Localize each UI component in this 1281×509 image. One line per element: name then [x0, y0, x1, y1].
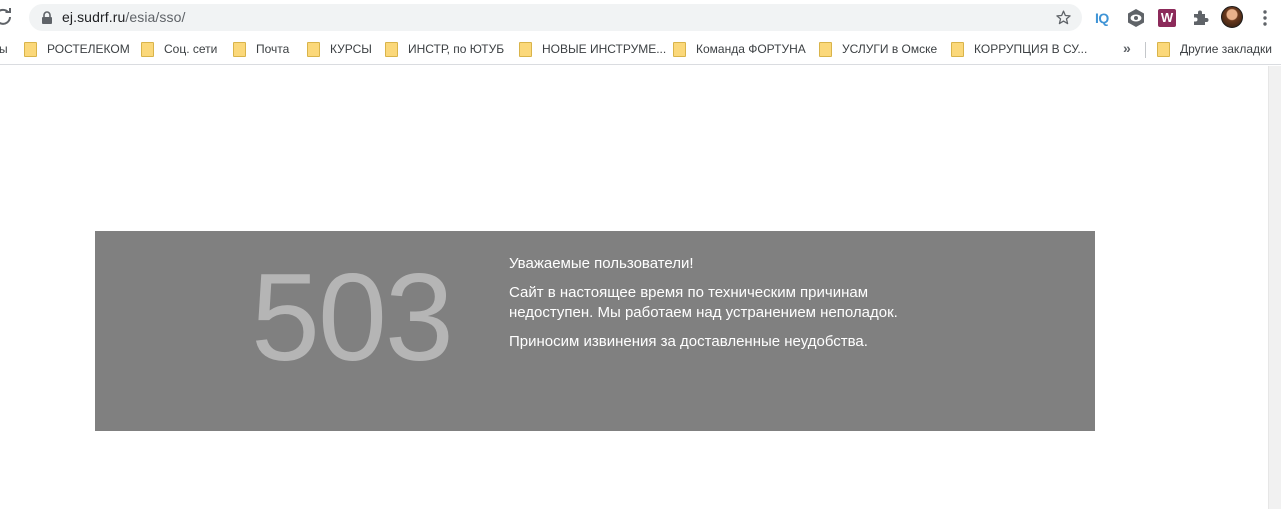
bookmark-label: КУРСЫ — [330, 42, 372, 56]
folder-icon — [24, 42, 37, 57]
bookmarks-overflow-button[interactable]: » — [1123, 35, 1131, 64]
folder-icon — [307, 42, 320, 57]
reload-icon[interactable] — [0, 8, 12, 26]
bookmark-corruption[interactable]: КОРРУПЦИЯ В СУ... — [951, 35, 1087, 64]
bookmark-label: РОСТЕЛЕКОМ — [47, 42, 130, 56]
lock-icon[interactable] — [41, 11, 53, 24]
bookmark-mail[interactable]: Почта — [233, 35, 289, 64]
iq-extension-icon[interactable]: IQ — [1095, 8, 1115, 28]
bookmark-youtube-tools[interactable]: ИНСТР, по ЮТУБ — [385, 35, 504, 64]
bookmark-courses[interactable]: КУРСЫ — [307, 35, 372, 64]
browser-toolbar: ej.sudrf.ru/esia/sso/ IQ W — [0, 0, 1281, 35]
eye-icon[interactable] — [1126, 8, 1146, 28]
error-panel: 503 Уважаемые пользователи! Сайт в насто… — [95, 231, 1095, 431]
error-description: Сайт в настоящее время по техническим пр… — [509, 284, 898, 321]
bookmark-social[interactable]: Соц. сети — [141, 35, 217, 64]
folder-icon — [951, 42, 964, 57]
folder-icon — [1157, 42, 1170, 57]
folder-icon — [519, 42, 532, 57]
bookmarks-separator — [1145, 42, 1146, 58]
error-code: 503 — [251, 249, 454, 387]
bookmark-omsk-services[interactable]: УСЛУГИ в Омске — [819, 35, 937, 64]
bookmark-label: ИНСТР, по ЮТУБ — [408, 42, 505, 56]
bookmark-label: Команда ФОРТУНА — [696, 42, 806, 56]
star-icon[interactable] — [1055, 9, 1072, 26]
bookmark-rostelecom[interactable]: РОСТЕЛЕКОМ — [24, 35, 130, 64]
w-extension-icon[interactable]: W — [1158, 9, 1176, 27]
url-text[interactable]: ej.sudrf.ru/esia/sso/ — [62, 4, 186, 31]
bookmark-label: УСЛУГИ в Омске — [842, 42, 938, 56]
bookmark-label: Другие закладки — [1180, 42, 1272, 56]
url-host: ej.sudrf.ru — [62, 9, 126, 25]
bookmarks-bar: ы РОСТЕЛЕКОМ Соц. сети Почта КУРСЫ ИНСТР… — [0, 35, 1281, 65]
puzzle-icon[interactable] — [1190, 8, 1210, 28]
bookmark-other[interactable]: Другие закладки — [1157, 35, 1272, 64]
bookmark-fortuna[interactable]: Команда ФОРТУНА — [673, 35, 806, 64]
folder-icon — [385, 42, 398, 57]
error-apology: Приносим извинения за доставленные неудо… — [509, 333, 868, 350]
more-vert-icon[interactable] — [1258, 9, 1272, 27]
avatar[interactable] — [1221, 6, 1243, 28]
bookmark-new-tools[interactable]: НОВЫЕ ИНСТРУМЕ... — [519, 35, 666, 64]
error-greeting: Уважаемые пользователи! — [509, 255, 694, 272]
folder-icon — [673, 42, 686, 57]
bookmark-label: Почта — [256, 42, 290, 56]
folder-icon — [233, 42, 246, 57]
url-path: /esia/sso/ — [125, 9, 186, 25]
bookmark-label: КОРРУПЦИЯ В СУ... — [974, 42, 1088, 56]
folder-icon — [141, 42, 154, 57]
error-message: Уважаемые пользователи! Сайт в настоящее… — [509, 254, 929, 361]
bookmark-label: Соц. сети — [164, 42, 218, 56]
address-bar[interactable]: ej.sudrf.ru/esia/sso/ — [29, 4, 1082, 31]
folder-icon — [819, 42, 832, 57]
bookmark-partial[interactable]: ы — [0, 35, 8, 64]
bookmark-label: НОВЫЕ ИНСТРУМЕ... — [542, 42, 667, 56]
page-scrollbar[interactable] — [1268, 66, 1281, 509]
